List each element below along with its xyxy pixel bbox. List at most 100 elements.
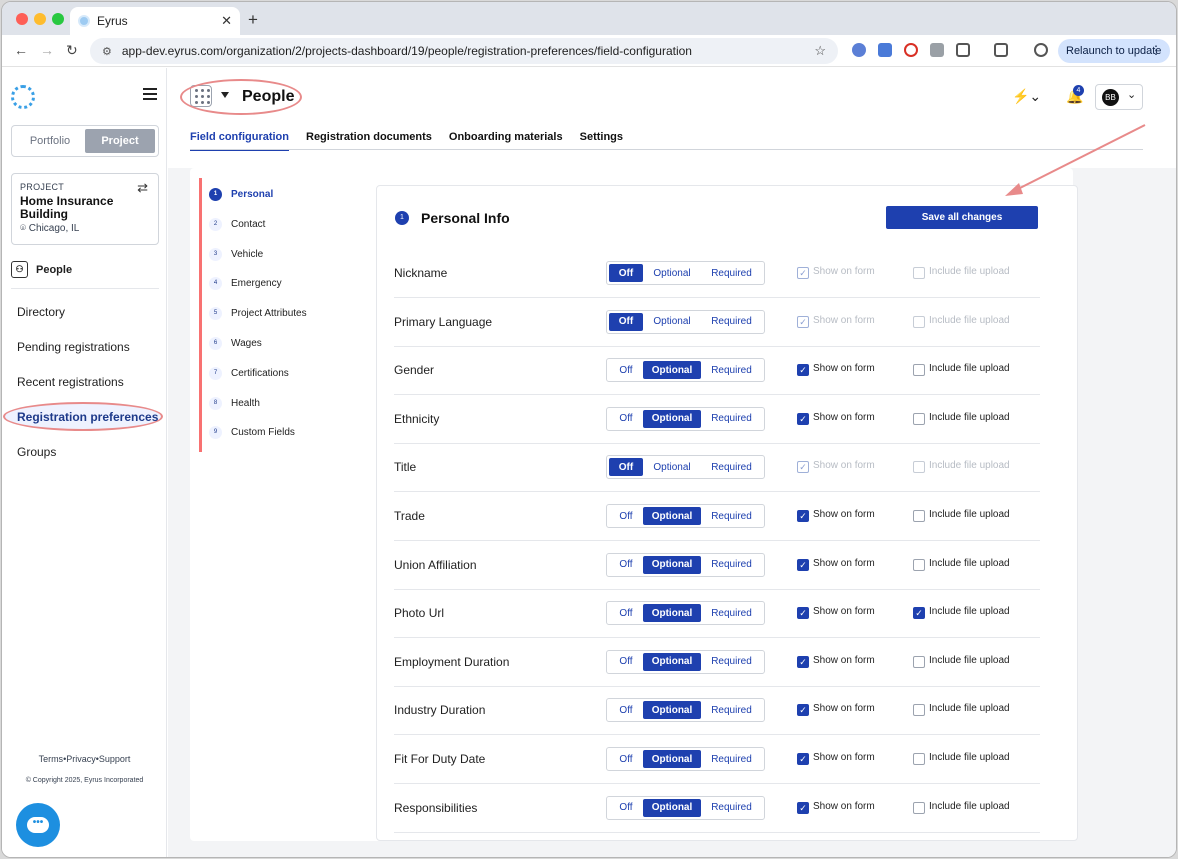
project-card[interactable]: PROJECT ⇄ Home Insurance Building ⌾ Chic… [11, 173, 159, 245]
option-optional[interactable]: Optional [643, 750, 701, 768]
step-item[interactable]: 8 Health [209, 396, 260, 410]
show-on-form-checkbox[interactable]: ✓ [797, 704, 809, 717]
profile-icon[interactable] [1034, 43, 1048, 57]
forward-icon[interactable]: → [40, 42, 54, 58]
reload-icon[interactable]: ↻ [66, 42, 78, 59]
option-optional[interactable]: Optional [643, 555, 701, 574]
option-required[interactable]: Required [701, 701, 762, 719]
option-off[interactable]: Off [609, 458, 643, 477]
option-optional[interactable]: Optional [643, 264, 701, 282]
option-optional[interactable]: Optional [643, 313, 701, 331]
step-item[interactable]: 3 Vehicle [209, 247, 263, 261]
option-optional[interactable]: Optional [643, 409, 701, 428]
include-file-upload-checkbox[interactable] [913, 753, 925, 765]
tab-settings[interactable]: Settings [580, 131, 623, 151]
user-menu[interactable]: BB ⌄ [1095, 84, 1143, 110]
tab-field-configuration[interactable]: Field configuration [190, 131, 289, 151]
swap-project-icon[interactable]: ⇄ [137, 180, 148, 196]
option-optional[interactable]: Optional [643, 458, 701, 476]
option-off[interactable]: Off [609, 799, 643, 817]
option-optional[interactable]: Optional [643, 701, 701, 720]
browser-tab[interactable]: Eyrus ✕ [70, 7, 240, 35]
toggle-project[interactable]: Project [85, 129, 155, 153]
eyrus-logo[interactable] [11, 85, 35, 109]
option-required[interactable]: Required [701, 458, 762, 476]
sidebar-item-pending-registrations[interactable]: Pending registrations [17, 340, 130, 354]
option-required[interactable]: Required [701, 556, 762, 574]
include-file-upload-checkbox[interactable] [913, 558, 925, 571]
option-off[interactable]: Off [609, 312, 643, 331]
support-link[interactable]: Support [99, 754, 131, 764]
show-on-form-checkbox[interactable]: ✓ [797, 510, 809, 522]
include-file-upload-checkbox[interactable] [913, 704, 925, 717]
option-optional[interactable]: Optional [643, 604, 701, 623]
step-item[interactable]: 2 Contact [209, 217, 265, 231]
option-off[interactable]: Off [609, 410, 643, 428]
extension-icon[interactable] [904, 43, 918, 57]
include-file-upload-checkbox[interactable] [913, 655, 925, 668]
option-required[interactable]: Required [701, 361, 762, 379]
hamburger-menu-icon[interactable] [143, 88, 157, 100]
option-required[interactable]: Required [701, 410, 762, 428]
option-off[interactable]: Off [609, 701, 643, 719]
sidebar-item-registration-preferences[interactable]: Registration preferences [17, 410, 158, 424]
camera-icon[interactable] [930, 43, 944, 57]
include-file-upload-checkbox[interactable]: ✓ [913, 607, 925, 620]
extension-icon[interactable] [852, 43, 866, 57]
maximize-window-button[interactable] [52, 13, 64, 25]
include-file-upload-checkbox[interactable] [913, 510, 925, 522]
include-file-upload-checkbox[interactable] [913, 364, 925, 377]
option-off[interactable]: Off [609, 361, 643, 379]
include-file-upload-checkbox[interactable] [913, 801, 925, 814]
option-off[interactable]: Off [609, 556, 643, 574]
option-required[interactable]: Required [701, 264, 762, 282]
step-item[interactable]: 1 Personal [209, 188, 273, 201]
option-off[interactable]: Off [609, 264, 643, 282]
address-bar[interactable]: ⚙ app-dev.eyrus.com/organization/2/proje… [90, 38, 838, 64]
option-off[interactable]: Off [609, 604, 643, 622]
step-item[interactable]: 9 Custom Fields [209, 426, 295, 440]
option-required[interactable]: Required [701, 799, 762, 817]
option-optional[interactable]: Optional [643, 507, 701, 525]
close-tab-icon[interactable]: ✕ [221, 13, 232, 29]
option-off[interactable]: Off [609, 507, 643, 525]
lightning-icon[interactable]: ⚡⌄ [1012, 88, 1041, 105]
step-item[interactable]: 5 Project Attributes [209, 307, 307, 321]
toggle-portfolio[interactable]: Portfolio [15, 129, 85, 153]
new-tab-button[interactable]: + [248, 10, 258, 30]
option-off[interactable]: Off [609, 750, 643, 768]
option-optional[interactable]: Optional [643, 652, 701, 671]
minimize-window-button[interactable] [34, 13, 46, 25]
sidebar-item-groups[interactable]: Groups [17, 445, 56, 459]
cast-icon[interactable] [994, 43, 1008, 57]
bookmark-star-icon[interactable]: ☆ [814, 43, 826, 59]
privacy-link[interactable]: Privacy [66, 754, 96, 764]
tab-registration-documents[interactable]: Registration documents [306, 131, 432, 151]
sidebar-item-recent-registrations[interactable]: Recent registrations [17, 375, 124, 389]
more-vert-icon[interactable]: ⋮ [1150, 43, 1162, 57]
tab-onboarding-materials[interactable]: Onboarding materials [449, 131, 563, 151]
save-all-changes-button[interactable]: Save all changes [886, 206, 1038, 229]
show-on-form-checkbox[interactable]: ✓ [797, 655, 809, 668]
chat-launcher-button[interactable]: ••• [16, 803, 60, 847]
show-on-form-checkbox[interactable]: ✓ [797, 412, 809, 425]
show-on-form-checkbox[interactable]: ✓ [797, 558, 809, 571]
step-item[interactable]: 6 Wages [209, 337, 262, 350]
option-optional[interactable]: Optional [643, 361, 701, 380]
sidebar-item-directory[interactable]: Directory [17, 305, 65, 319]
step-item[interactable]: 4 Emergency [209, 277, 282, 291]
option-optional[interactable]: Optional [643, 798, 701, 817]
option-required[interactable]: Required [701, 313, 762, 331]
translate-icon[interactable] [878, 43, 892, 57]
option-required[interactable]: Required [701, 653, 762, 671]
relaunch-button[interactable]: Relaunch to update ⋮ [1058, 39, 1170, 63]
show-on-form-checkbox[interactable]: ✓ [797, 607, 809, 620]
step-item[interactable]: 7 Certifications [209, 366, 289, 380]
terms-link[interactable]: Terms [39, 754, 64, 764]
puzzle-icon[interactable] [956, 43, 970, 57]
site-info-icon[interactable]: ⚙ [102, 45, 112, 58]
option-required[interactable]: Required [701, 750, 762, 768]
option-required[interactable]: Required [701, 507, 762, 525]
show-on-form-checkbox[interactable]: ✓ [797, 801, 809, 814]
close-window-button[interactable] [16, 13, 28, 25]
